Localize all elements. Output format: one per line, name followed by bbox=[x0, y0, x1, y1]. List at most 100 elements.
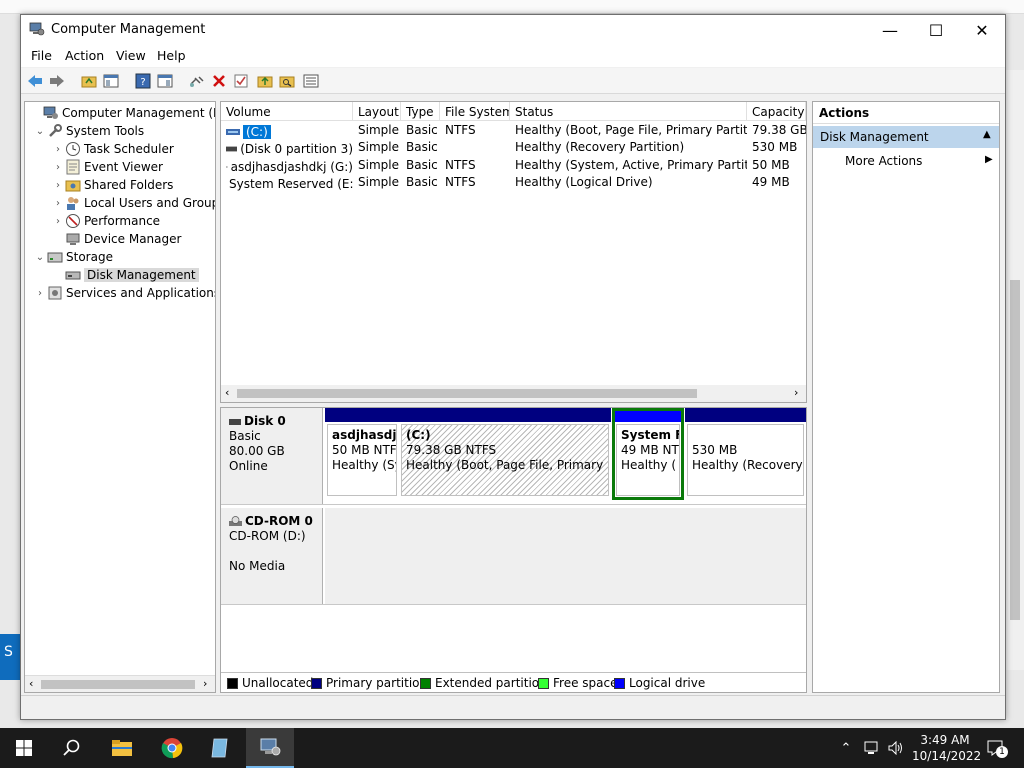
cdrom-0-area[interactable] bbox=[325, 508, 806, 604]
help-icon[interactable]: ? bbox=[133, 71, 153, 91]
scroll-left-icon[interactable]: ‹ bbox=[225, 386, 229, 399]
partition-c[interactable]: (C:) 79.38 GB NTFS Healthy (Boot, Page F… bbox=[399, 408, 611, 500]
taskbar-file-explorer[interactable] bbox=[98, 728, 146, 768]
tree-expander[interactable]: › bbox=[51, 144, 65, 155]
scroll-left-icon[interactable]: ‹ bbox=[29, 677, 33, 690]
tree-item-event-viewer[interactable]: › Event Viewer bbox=[51, 158, 163, 176]
column-header-layout[interactable]: Layout bbox=[353, 102, 401, 121]
column-header-volume[interactable]: Volume bbox=[221, 102, 353, 121]
volume-list: Volume Layout Type File System Status Ca… bbox=[220, 101, 807, 403]
console-tree: Computer Management (Local ⌄ System Tool… bbox=[24, 101, 216, 693]
up-folder-icon[interactable] bbox=[79, 71, 99, 91]
column-header-file-system[interactable]: File System bbox=[440, 102, 510, 121]
volume-capacity: 530 MB bbox=[752, 140, 798, 154]
background-scrollbar[interactable] bbox=[1006, 70, 1024, 670]
submenu-arrow-icon[interactable]: ▶ bbox=[985, 154, 993, 165]
tree-scrollbar-thumb[interactable] bbox=[41, 680, 195, 689]
scroll-right-icon[interactable]: › bbox=[794, 386, 798, 399]
list-view-icon[interactable] bbox=[301, 71, 321, 91]
taskbar-chrome[interactable] bbox=[148, 728, 196, 768]
column-header-type[interactable]: Type bbox=[401, 102, 440, 121]
tree-item-system-tools[interactable]: ⌄ System Tools bbox=[33, 122, 144, 140]
collapse-up-icon[interactable]: ▲ bbox=[983, 129, 991, 140]
tree-expander[interactable]: › bbox=[51, 180, 65, 191]
partition-status: Healthy (Boot, Page File, Primary Part bbox=[406, 458, 609, 472]
search-folder-icon[interactable] bbox=[277, 71, 297, 91]
export-folder-icon[interactable] bbox=[255, 71, 275, 91]
taskbar-clock[interactable]: 3:49 AM 10/14/2022 bbox=[912, 732, 981, 764]
title-bar[interactable]: Computer Management — ☐ ✕ bbox=[21, 15, 1005, 45]
legend-label: Free space bbox=[553, 676, 618, 690]
tree-item-performance[interactable]: › Performance bbox=[51, 212, 160, 230]
notification-center[interactable]: 1 bbox=[982, 728, 1008, 768]
volume-control[interactable] bbox=[884, 728, 908, 768]
minimize-button[interactable]: — bbox=[867, 15, 913, 45]
tree-item-label: Device Manager bbox=[84, 232, 182, 246]
tree-expander[interactable]: › bbox=[51, 216, 65, 227]
menu-help[interactable]: Help bbox=[157, 48, 186, 63]
legend-free-space: Free space bbox=[538, 676, 617, 690]
volume-drive-icon bbox=[226, 128, 240, 135]
background-banner: S bbox=[0, 634, 22, 680]
close-button[interactable]: ✕ bbox=[959, 15, 1005, 45]
table-row[interactable]: asdjhasdjashdkj (G:) Simple Basic NTFS H… bbox=[221, 158, 806, 175]
tree-expander[interactable]: ⌄ bbox=[33, 126, 47, 137]
notification-count: 1 bbox=[996, 746, 1008, 758]
search-button[interactable] bbox=[48, 728, 96, 768]
tree-expander[interactable]: › bbox=[33, 288, 47, 299]
show-hidden-icons[interactable]: ⌃ bbox=[836, 728, 856, 768]
properties-pane-icon[interactable] bbox=[155, 71, 175, 91]
more-actions-item[interactable]: More Actions bbox=[845, 154, 922, 168]
table-row[interactable]: (C:) Simple Basic NTFS Healthy (Boot, Pa… bbox=[221, 123, 806, 140]
table-row[interactable]: (Disk 0 partition 3) Simple Basic Health… bbox=[221, 140, 806, 157]
partition-recovery[interactable]: 530 MB Healthy (Recovery P bbox=[685, 408, 806, 500]
forward-arrow-icon[interactable] bbox=[47, 71, 67, 91]
tree-expander[interactable]: › bbox=[51, 162, 65, 173]
computer-management-icon bbox=[29, 22, 45, 36]
actions-section-disk-management[interactable]: Disk Management ▲ bbox=[813, 126, 999, 148]
tree-item-task-scheduler[interactable]: › Task Scheduler bbox=[51, 140, 174, 158]
tree-item-disk-management[interactable]: Disk Management bbox=[51, 266, 199, 284]
scroll-right-icon[interactable]: › bbox=[203, 677, 207, 690]
volume-list-horizontal-scrollbar[interactable]: ‹ › bbox=[221, 385, 806, 402]
start-button[interactable] bbox=[0, 728, 48, 768]
delete-icon[interactable] bbox=[209, 71, 229, 91]
check-properties-icon[interactable] bbox=[231, 71, 251, 91]
event-viewer-icon bbox=[66, 159, 80, 175]
table-row[interactable]: System Reserved (E:) Simple Basic NTFS H… bbox=[221, 175, 806, 192]
connect-icon[interactable] bbox=[187, 71, 207, 91]
clock-time: 3:49 AM bbox=[920, 733, 970, 747]
partition-system-reserved[interactable]: System F 49 MB NT Healthy ( bbox=[612, 408, 684, 500]
tree-item-computer-management[interactable]: Computer Management (Local bbox=[29, 104, 215, 122]
partition-g[interactable]: asdjhasdjas 50 MB NTF Healthy (Sy bbox=[325, 408, 399, 500]
computer-management-icon bbox=[43, 106, 58, 119]
tree-item-services-applications[interactable]: › Services and Applications bbox=[33, 284, 215, 302]
background-scrollbar-thumb[interactable] bbox=[1010, 280, 1020, 620]
taskbar-computer-management[interactable] bbox=[246, 728, 294, 768]
volume-file-system: NTFS bbox=[445, 158, 476, 172]
tree-horizontal-scrollbar[interactable]: ‹ › bbox=[25, 675, 215, 692]
tree-expander[interactable]: ⌄ bbox=[33, 252, 47, 263]
tree-expander[interactable]: › bbox=[51, 198, 65, 209]
tree-item-device-manager[interactable]: Device Manager bbox=[51, 230, 181, 248]
tree-item-local-users-groups[interactable]: › Local Users and Groups bbox=[51, 194, 215, 212]
volume-list-scrollbar-thumb[interactable] bbox=[237, 389, 697, 398]
back-arrow-icon[interactable] bbox=[25, 71, 45, 91]
menu-file[interactable]: File bbox=[31, 48, 52, 63]
tree-item-label: System Tools bbox=[66, 124, 145, 138]
network-status[interactable] bbox=[860, 728, 884, 768]
tree-item-storage[interactable]: ⌄ Storage bbox=[33, 248, 113, 266]
menu-action[interactable]: Action bbox=[65, 48, 104, 63]
cdrom-0-label[interactable]: CD-ROM 0 CD-ROM (D:) No Media bbox=[221, 508, 323, 604]
legend-primary-partition: Primary partition bbox=[311, 676, 427, 690]
show-hide-console-tree-icon[interactable] bbox=[101, 71, 121, 91]
tree-item-shared-folders[interactable]: › Shared Folders bbox=[51, 176, 173, 194]
column-header-status[interactable]: Status bbox=[510, 102, 747, 121]
disk-0-name: Disk 0 bbox=[244, 414, 286, 428]
volume-status: Healthy (Logical Drive) bbox=[515, 175, 653, 189]
taskbar-app[interactable] bbox=[196, 728, 244, 768]
disk-0-label[interactable]: Disk 0 Basic 80.00 GB Online bbox=[221, 408, 323, 504]
maximize-button[interactable]: ☐ bbox=[913, 15, 959, 45]
column-header-capacity[interactable]: Capacity bbox=[747, 102, 806, 121]
menu-view[interactable]: View bbox=[116, 48, 146, 63]
